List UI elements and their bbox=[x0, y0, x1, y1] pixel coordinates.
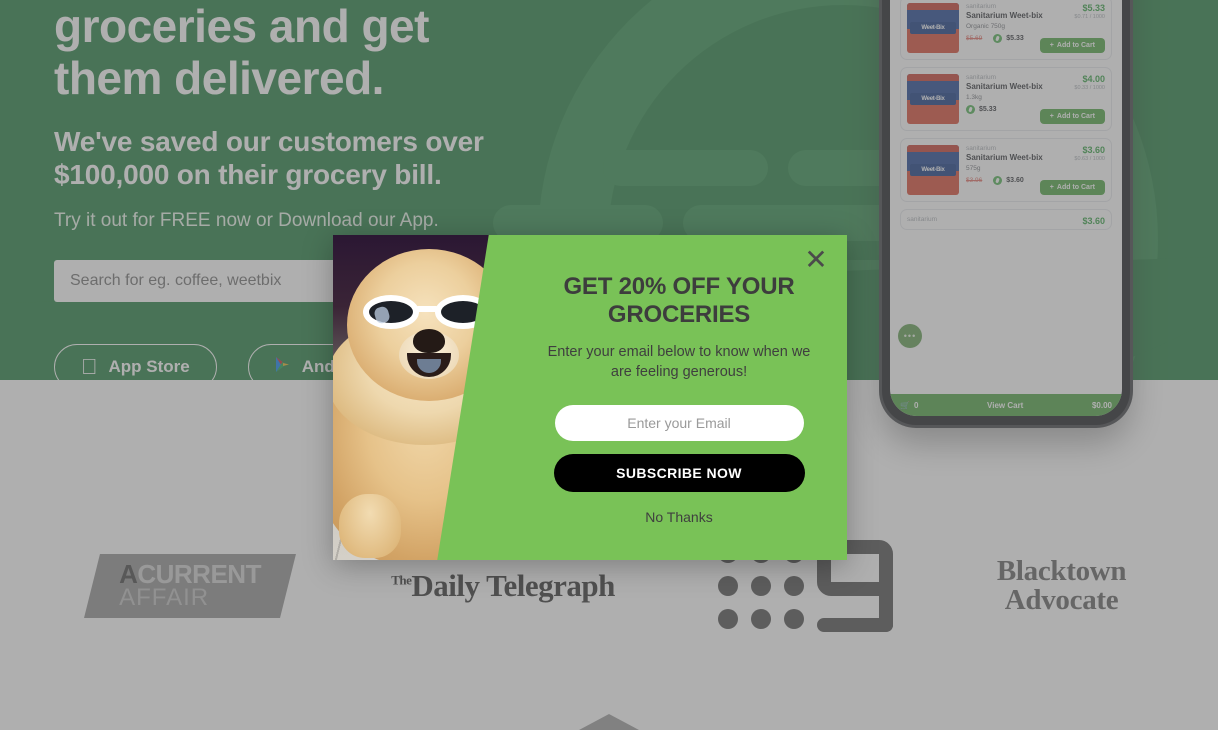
modal-title: GET 20% OFF YOUR GROCERIES bbox=[563, 273, 795, 329]
no-thanks-link[interactable]: No Thanks bbox=[645, 509, 712, 525]
close-icon[interactable]: ✕ bbox=[801, 245, 831, 275]
page-root: groceries and get them delivered. We've … bbox=[0, 0, 1218, 730]
modal-image bbox=[333, 235, 515, 560]
subscribe-button[interactable]: SUBSCRIBE NOW bbox=[553, 453, 805, 492]
newsletter-modal: ✕ GET 20% OFF YOUR GROCERIES Enter your … bbox=[333, 235, 847, 560]
sunglasses-icon bbox=[363, 295, 491, 329]
modal-subtitle: Enter your email below to know when we a… bbox=[547, 343, 811, 381]
modal-body: ✕ GET 20% OFF YOUR GROCERIES Enter your … bbox=[515, 235, 847, 560]
email-field[interactable] bbox=[554, 404, 804, 441]
